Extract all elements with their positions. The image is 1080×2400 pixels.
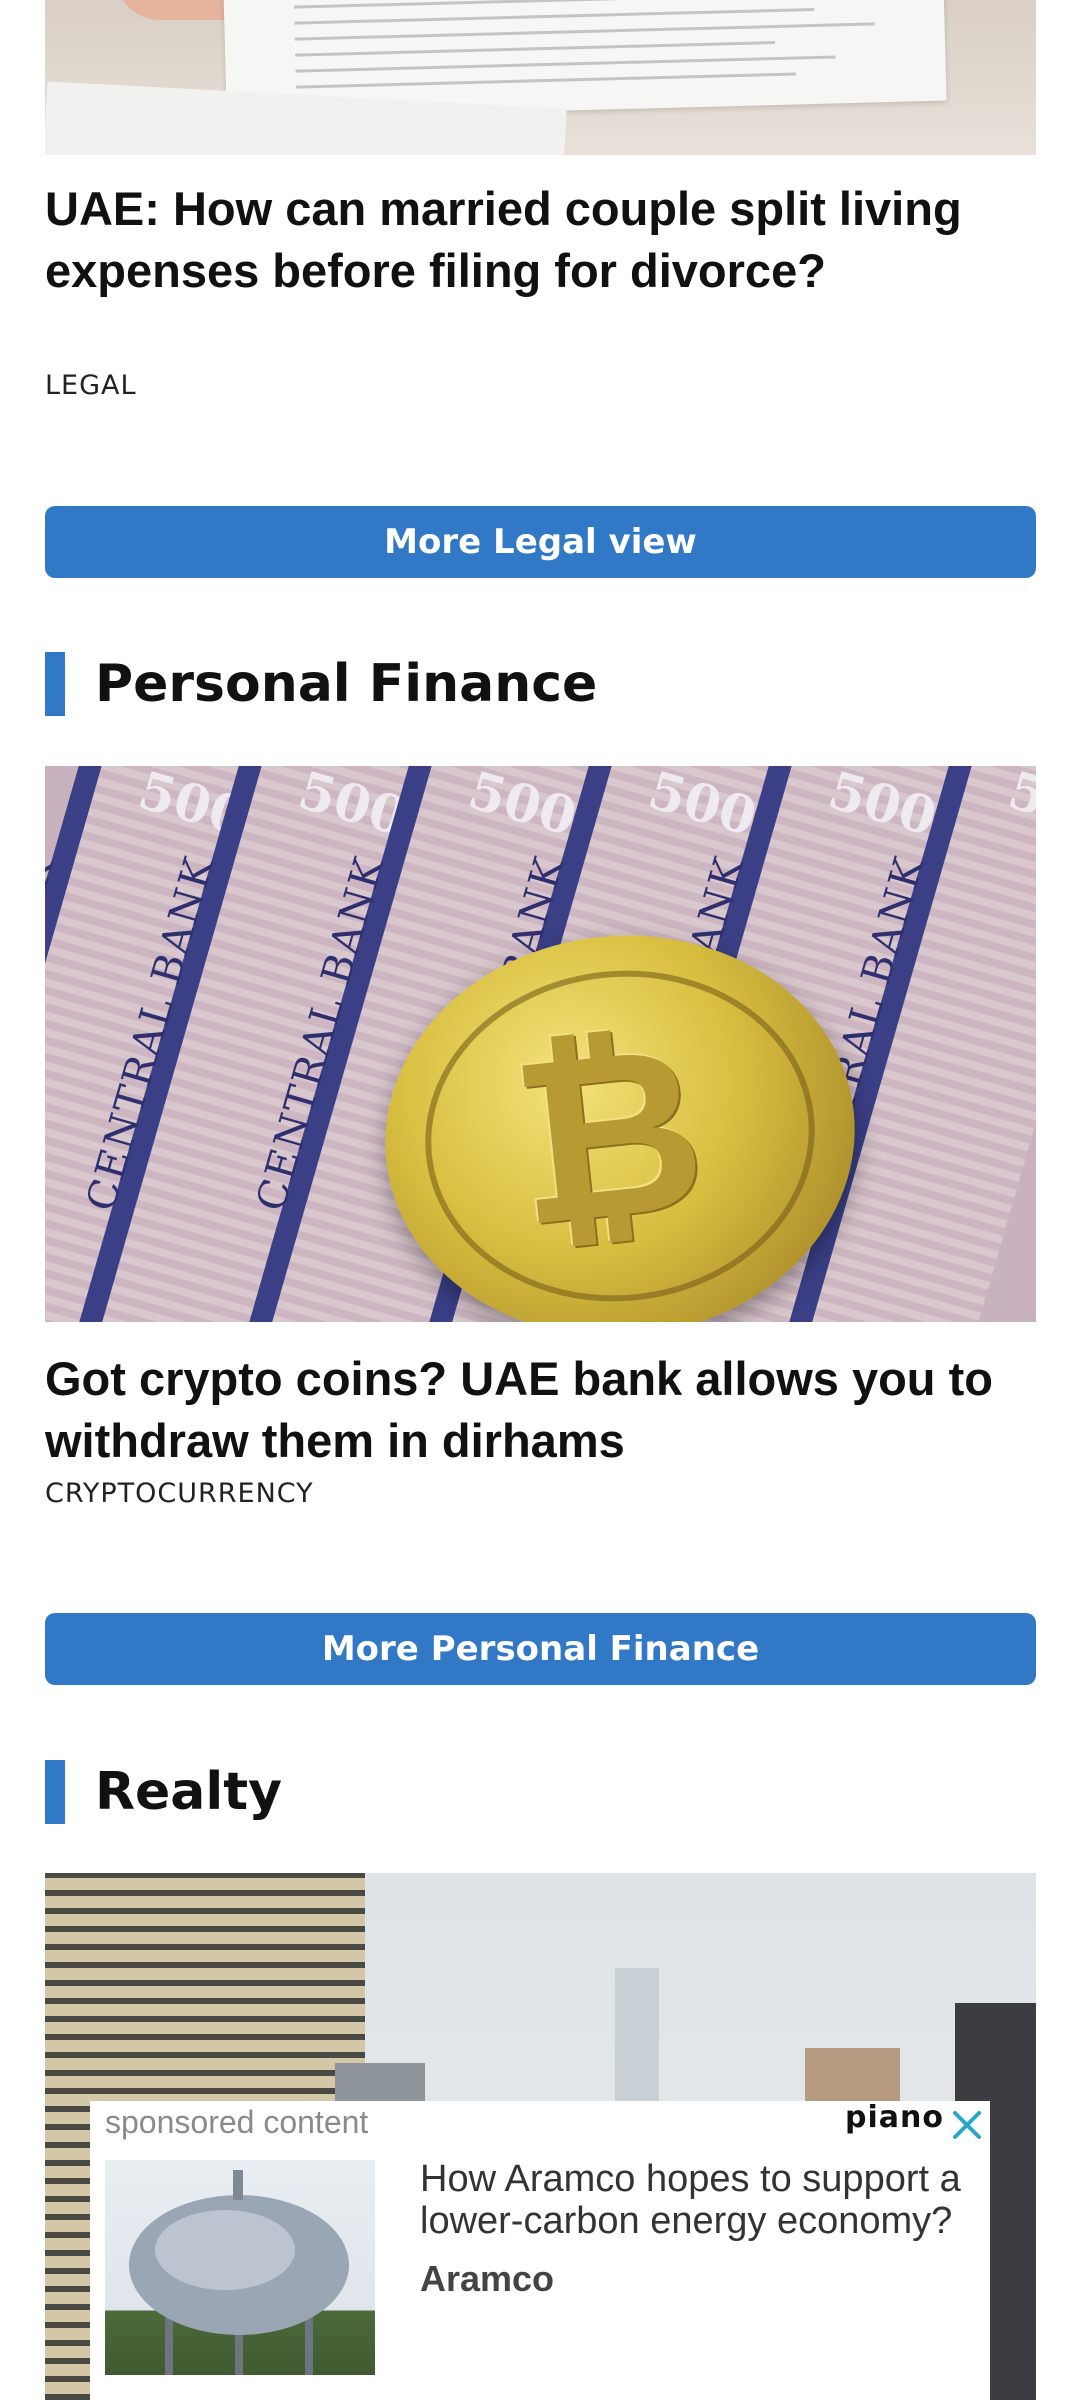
legal-article-category[interactable]: LEGAL [45,370,137,401]
more-legal-button[interactable]: More Legal view [45,506,1036,578]
ad-title[interactable]: How Aramco hopes to support a lower-carb… [420,2158,980,2242]
personal-finance-section-title[interactable]: Personal Finance [95,652,597,716]
ad-thumbnail[interactable] [105,2160,375,2375]
crypto-article-headline[interactable]: Got crypto coins? UAE bank allows you to… [45,1348,1045,1472]
realty-section-title[interactable]: Realty [95,1760,282,1824]
crypto-article-category[interactable]: CRYPTOCURRENCY [45,1478,314,1509]
sponsored-label: sponsored content [105,2104,369,2140]
more-personal-finance-button[interactable]: More Personal Finance [45,1613,1036,1685]
crypto-article-image[interactable]: 500 CENTRAL BANK 500 CENTRAL BANK 500 CE… [45,766,1036,1322]
close-icon[interactable] [950,2108,984,2142]
ad-brand[interactable]: Aramco [420,2258,554,2300]
section-accent-bar [45,652,65,716]
piano-logo: piano [845,2100,944,2135]
section-accent-bar [45,1760,65,1824]
legal-article-headline[interactable]: UAE: How can married couple split living… [45,178,1035,302]
legal-article-image[interactable] [45,0,1036,155]
